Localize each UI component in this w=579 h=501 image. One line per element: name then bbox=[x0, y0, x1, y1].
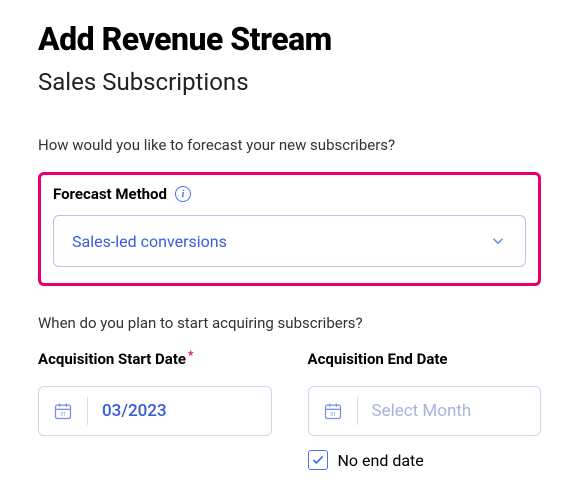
acquisition-end-label: Acquisition End Date bbox=[308, 350, 542, 368]
calendar-icon: 31 bbox=[323, 401, 343, 421]
acquisition-start-field[interactable]: 31 03/2023 bbox=[38, 386, 272, 436]
field-divider bbox=[87, 397, 88, 425]
forecast-method-label: Forecast Method bbox=[53, 185, 167, 203]
chevron-down-icon bbox=[489, 232, 507, 250]
acquisition-question: When do you plan to start acquiring subs… bbox=[38, 314, 541, 332]
info-icon[interactable]: i bbox=[175, 186, 191, 202]
page-title: Add Revenue Stream bbox=[38, 20, 541, 58]
svg-text:31: 31 bbox=[60, 412, 66, 418]
forecast-method-value: Sales-led conversions bbox=[72, 232, 227, 251]
field-divider bbox=[357, 397, 358, 425]
no-end-date-checkbox[interactable] bbox=[308, 450, 328, 470]
required-asterisk: * bbox=[188, 348, 193, 362]
acquisition-start-label: Acquisition Start Date* bbox=[38, 350, 272, 368]
svg-text:31: 31 bbox=[330, 412, 336, 418]
calendar-icon: 31 bbox=[53, 401, 73, 421]
forecast-method-section: Forecast Method i Sales-led conversions bbox=[38, 172, 541, 286]
no-end-date-label: No end date bbox=[338, 451, 424, 470]
forecast-question: How would you like to forecast your new … bbox=[38, 136, 541, 154]
forecast-method-select[interactable]: Sales-led conversions bbox=[53, 215, 526, 267]
check-icon bbox=[311, 453, 325, 467]
acquisition-end-field[interactable]: 31 Select Month bbox=[308, 386, 542, 436]
page-subtitle: Sales Subscriptions bbox=[38, 68, 541, 96]
acquisition-start-value: 03/2023 bbox=[102, 401, 167, 421]
acquisition-end-placeholder: Select Month bbox=[372, 401, 472, 421]
